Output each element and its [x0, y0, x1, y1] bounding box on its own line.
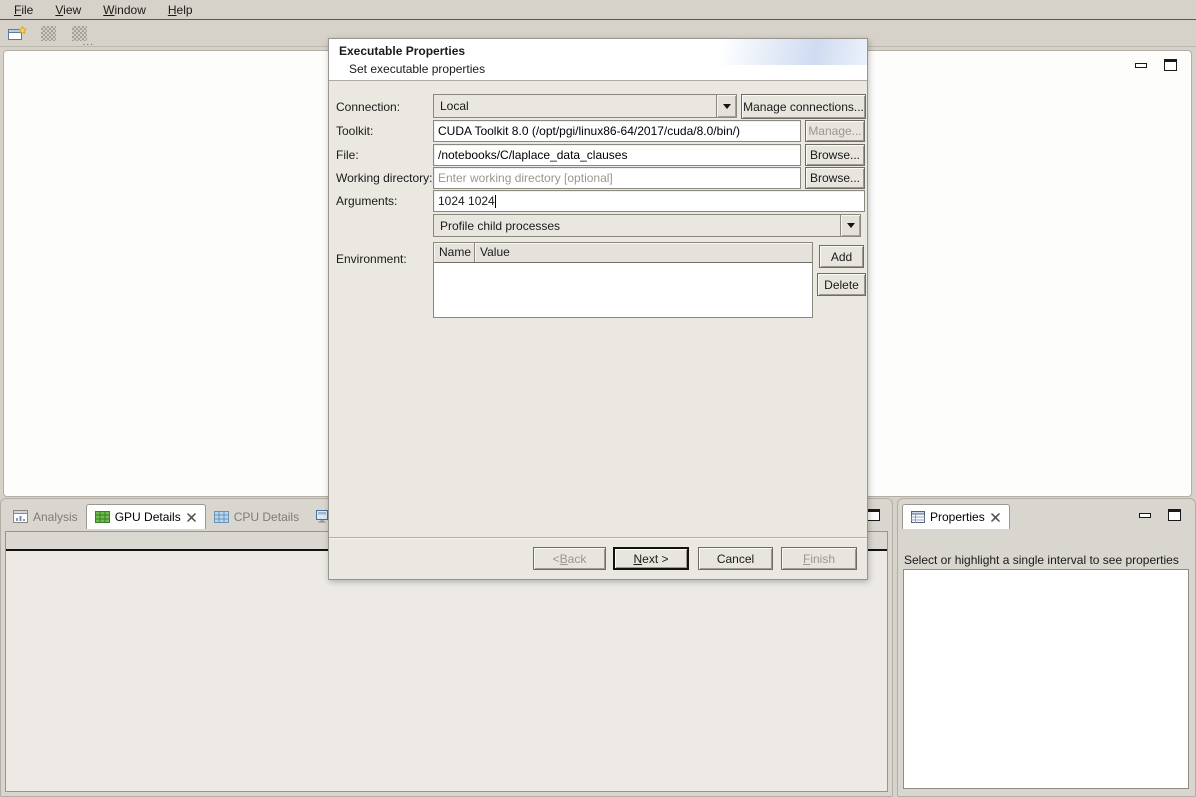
properties-icon	[911, 511, 925, 523]
close-icon[interactable]	[186, 512, 197, 523]
dialog-subtitle: Set executable properties	[349, 62, 485, 76]
chevron-down-icon[interactable]	[716, 95, 736, 117]
new-session-button[interactable]	[6, 24, 28, 44]
tab-label: Properties	[930, 510, 985, 524]
dialog-button-bar: < Back Next > Cancel Finish	[329, 537, 867, 579]
column-header-name[interactable]: Name	[434, 243, 475, 262]
back-button: < Back	[533, 547, 606, 570]
tab-label: Analysis	[33, 510, 78, 524]
tab-label: GPU Details	[115, 510, 181, 524]
save-button	[37, 24, 59, 44]
working-directory-input[interactable]	[433, 167, 801, 189]
tab-cpu-details[interactable]: CPU Details	[206, 504, 307, 529]
column-header-value[interactable]: Value	[475, 243, 812, 262]
dialog-banner: Executable Properties Set executable pro…	[329, 39, 867, 81]
cpu-details-icon	[214, 511, 229, 523]
toolkit-input[interactable]	[433, 120, 801, 142]
next-button[interactable]: Next >	[613, 547, 689, 570]
menu-window[interactable]: Window	[93, 1, 156, 19]
console-icon	[315, 510, 329, 523]
delete-env-button[interactable]: Delete	[817, 273, 866, 296]
properties-panel: Properties Select or highlight a single …	[897, 498, 1196, 797]
arguments-value: 1024 1024	[438, 194, 495, 208]
maximize-icon[interactable]	[867, 509, 880, 521]
profile-children-select[interactable]: Profile child processes	[433, 214, 861, 237]
tab-properties[interactable]: Properties	[902, 504, 1010, 529]
save-as-button: ...	[68, 24, 90, 44]
arguments-label: Arguments:	[336, 194, 397, 208]
profile-children-value: Profile child processes	[434, 219, 840, 233]
maximize-icon[interactable]	[1164, 59, 1177, 71]
new-session-icon	[8, 26, 27, 42]
arguments-input[interactable]: 1024 1024	[433, 190, 865, 212]
minimize-icon[interactable]	[1139, 513, 1151, 518]
menu-bar: File View Window Help	[0, 0, 1196, 20]
tab-analysis[interactable]: Analysis	[5, 504, 86, 529]
dialog-body: Connection: Local Manage connections... …	[329, 82, 867, 536]
save-icon	[41, 26, 56, 41]
tab-gpu-details[interactable]: GPU Details	[86, 504, 206, 529]
browse-workdir-button[interactable]: Browse...	[805, 167, 865, 189]
connection-label: Connection:	[336, 100, 400, 114]
cancel-button[interactable]: Cancel	[698, 547, 773, 570]
banner-gradient	[657, 39, 867, 65]
manage-connections-button[interactable]: Manage connections...	[741, 94, 866, 119]
environment-table[interactable]: Name Value	[433, 242, 813, 318]
connection-select[interactable]: Local	[433, 94, 737, 118]
environment-label: Environment:	[336, 252, 407, 266]
browse-file-button[interactable]: Browse...	[805, 144, 865, 166]
dialog-title: Executable Properties	[339, 44, 465, 58]
executable-properties-dialog: Executable Properties Set executable pro…	[328, 38, 868, 580]
environment-table-header: Name Value	[434, 243, 812, 263]
maximize-icon[interactable]	[1168, 509, 1181, 521]
finish-button: Finish	[781, 547, 857, 570]
gpu-details-icon	[95, 511, 110, 523]
file-input[interactable]	[433, 144, 801, 166]
save-as-dots: ...	[83, 37, 94, 48]
toolkit-label: Toolkit:	[336, 124, 373, 138]
properties-content	[903, 569, 1189, 789]
manage-toolkit-button: Manage...	[805, 120, 865, 142]
tab-label: CPU Details	[234, 510, 299, 524]
connection-value: Local	[434, 99, 716, 113]
menu-file[interactable]: File	[4, 1, 43, 19]
working-directory-label: Working directory:	[336, 171, 432, 185]
close-icon[interactable]	[990, 512, 1001, 523]
chevron-down-icon[interactable]	[840, 215, 860, 236]
minimize-icon[interactable]	[1135, 63, 1147, 68]
file-label: File:	[336, 148, 359, 162]
text-cursor	[495, 195, 496, 208]
menu-view[interactable]: View	[45, 1, 91, 19]
menu-help[interactable]: Help	[158, 1, 203, 19]
analysis-icon	[13, 510, 28, 523]
add-env-button[interactable]: Add	[819, 245, 864, 268]
properties-message: Select or highlight a single interval to…	[904, 553, 1191, 567]
